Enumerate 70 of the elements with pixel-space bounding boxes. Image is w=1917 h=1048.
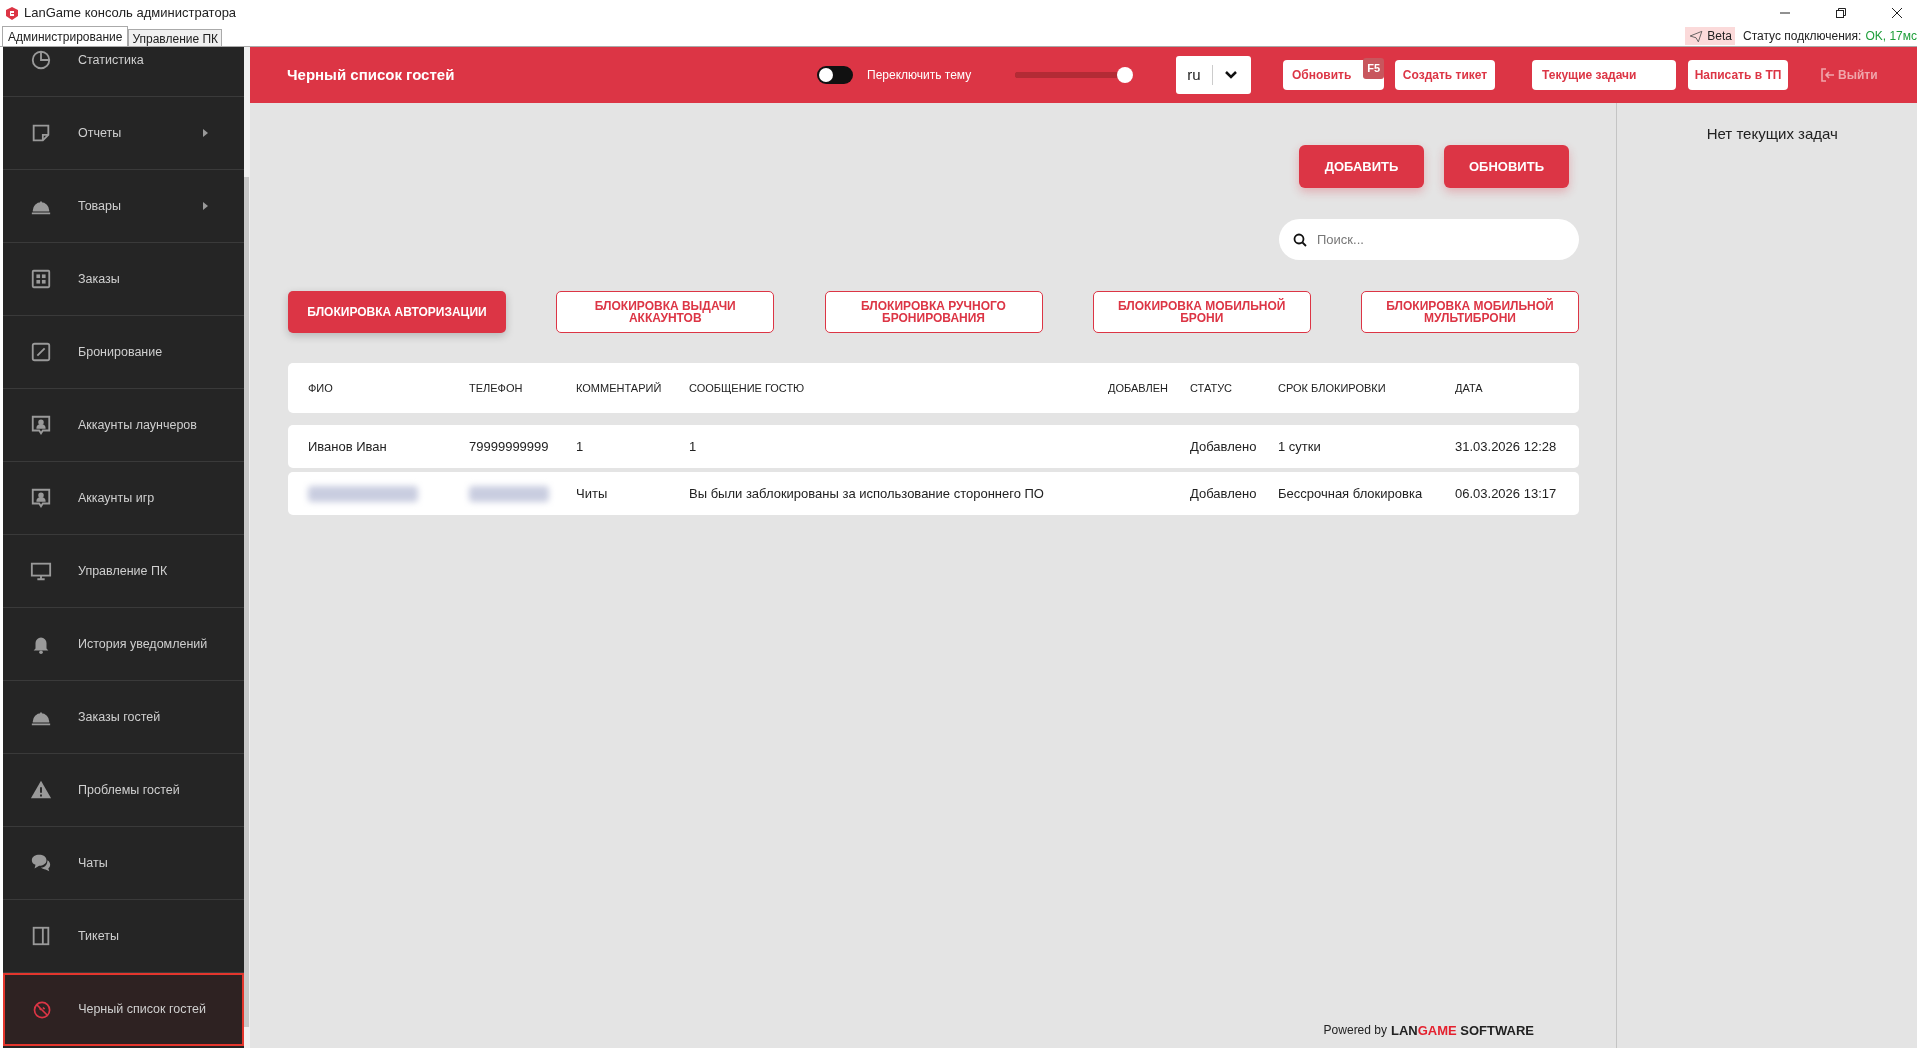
beta-badge: Beta [1685, 27, 1735, 45]
block-type-tab[interactable]: БЛОКИРОВКА АВТОРИЗАЦИИ [288, 291, 506, 333]
column-header: СРОК БЛОКИРОВКИ [1278, 380, 1387, 396]
grid-icon [30, 268, 52, 290]
table-cell-text: 06.03.2026 13:17 [1455, 484, 1558, 503]
slider[interactable] [1015, 67, 1133, 83]
restore-icon[interactable] [1835, 7, 1847, 19]
account-icon [30, 414, 52, 436]
edit-icon [30, 341, 52, 363]
monitor-icon [30, 560, 52, 582]
table-cell-text: 1 сутки [1278, 437, 1322, 456]
window-title: LanGame консоль администратора [24, 4, 237, 23]
column-header: СООБЩЕНИЕ ГОСТЮ [689, 380, 806, 396]
table-cell-text: Вы были заблокированы за использование стороннего ПО [689, 484, 1045, 503]
powered-by-text: Powered by [1323, 1022, 1387, 1040]
close-icon[interactable] [1891, 7, 1903, 19]
search-field[interactable]: Поиск... [1279, 219, 1579, 260]
warning-icon [30, 779, 52, 801]
block-type-tab[interactable]: БЛОКИРОВКА ВЫДАЧИ АККАУНТОВ [556, 291, 775, 333]
table-cell-text: 1 [576, 437, 585, 456]
table-cell-text: 79999999999 [469, 437, 550, 456]
table-row[interactable]: Читы Вы были заблокированы за использование стороннего ПО Добавлено Бессрочная блокировка 06.03.2026 13:17 [288, 472, 1579, 515]
table-cell-text: Иванов Иван [308, 437, 388, 456]
table-cell-text: Читы [576, 484, 609, 503]
search-icon [1293, 233, 1307, 247]
caret-icon [203, 202, 208, 210]
book-icon [30, 925, 52, 947]
caret-icon [203, 129, 208, 137]
connection-status-value: OK, 17мс [1865, 28, 1917, 45]
shortcut-badge: F5 [1363, 58, 1384, 79]
action-button[interactable]: ОБНОВИТЬ [1444, 145, 1569, 188]
table-cell-text: 1 [689, 437, 698, 456]
table-cell-text: Добавлено [1190, 484, 1258, 503]
logout-icon [1821, 68, 1835, 82]
sidebar-item[interactable]: Черный список гостей [3, 973, 244, 1046]
refresh-button[interactable]: Обновить F5 [1283, 60, 1384, 90]
chat-icon [30, 852, 52, 874]
table-cell-text: Бессрочная блокировка [1278, 484, 1424, 503]
page-title: Черный список гостей [287, 64, 456, 85]
column-header: ДОБАВЛЕН [1108, 380, 1170, 396]
write-support-button[interactable]: Написать в ТП [1688, 60, 1788, 90]
table-row[interactable]: Иванов Иван 79999999999 1 1 Добавлено 1 сутки 31.03.2026 12:28 [288, 425, 1579, 468]
slider-thumb[interactable] [1116, 67, 1133, 83]
empty-tasks-text: Нет текущих задач [1706, 124, 1838, 144]
plane-icon [1688, 29, 1705, 43]
app-logo-icon [6, 6, 18, 20]
chevron-down-icon [1224, 70, 1238, 80]
connection-status-label: Статус подключения: [1743, 28, 1862, 45]
theme-toggle[interactable] [817, 66, 853, 84]
note-icon [30, 122, 52, 144]
column-header: ДАТА [1455, 380, 1484, 396]
block-type-tab[interactable]: БЛОКИРОВКА МОБИЛЬНОЙ БРОНИ [1092, 291, 1311, 333]
create-ticket-button[interactable]: Создать тикет [1395, 60, 1495, 90]
column-header: ТЕЛЕФОН [469, 380, 524, 396]
current-tasks-button[interactable]: Текущие задачи [1532, 60, 1676, 90]
window-tab[interactable]: Управление ПК [128, 29, 223, 46]
column-header: ФИО [308, 380, 334, 396]
block-type-tab[interactable]: БЛОКИРОВКА РУЧНОГО БРОНИРОВАНИЯ [824, 291, 1043, 333]
action-button[interactable]: ДОБАВИТЬ [1299, 145, 1424, 188]
block-type-tab[interactable]: БЛОКИРОВКА МОБИЛЬНОЙ МУЛЬТИБРОНИ [1361, 291, 1579, 333]
table-cell-text: Добавлено [1190, 437, 1258, 456]
window-tab[interactable]: Администрирование [2, 26, 129, 46]
account-icon [30, 487, 52, 509]
column-header: СТАТУС [1190, 380, 1234, 396]
table-cell-text: 31.03.2026 12:28 [1455, 437, 1558, 456]
column-header: КОММЕНТАРИЙ [576, 380, 663, 396]
theme-toggle-label: Переключить тему [867, 67, 973, 84]
brand-logo: LANGAME SOFTWARE [1391, 1021, 1534, 1040]
language-select[interactable]: ru [1176, 56, 1251, 94]
pie-chart-icon [30, 49, 52, 71]
